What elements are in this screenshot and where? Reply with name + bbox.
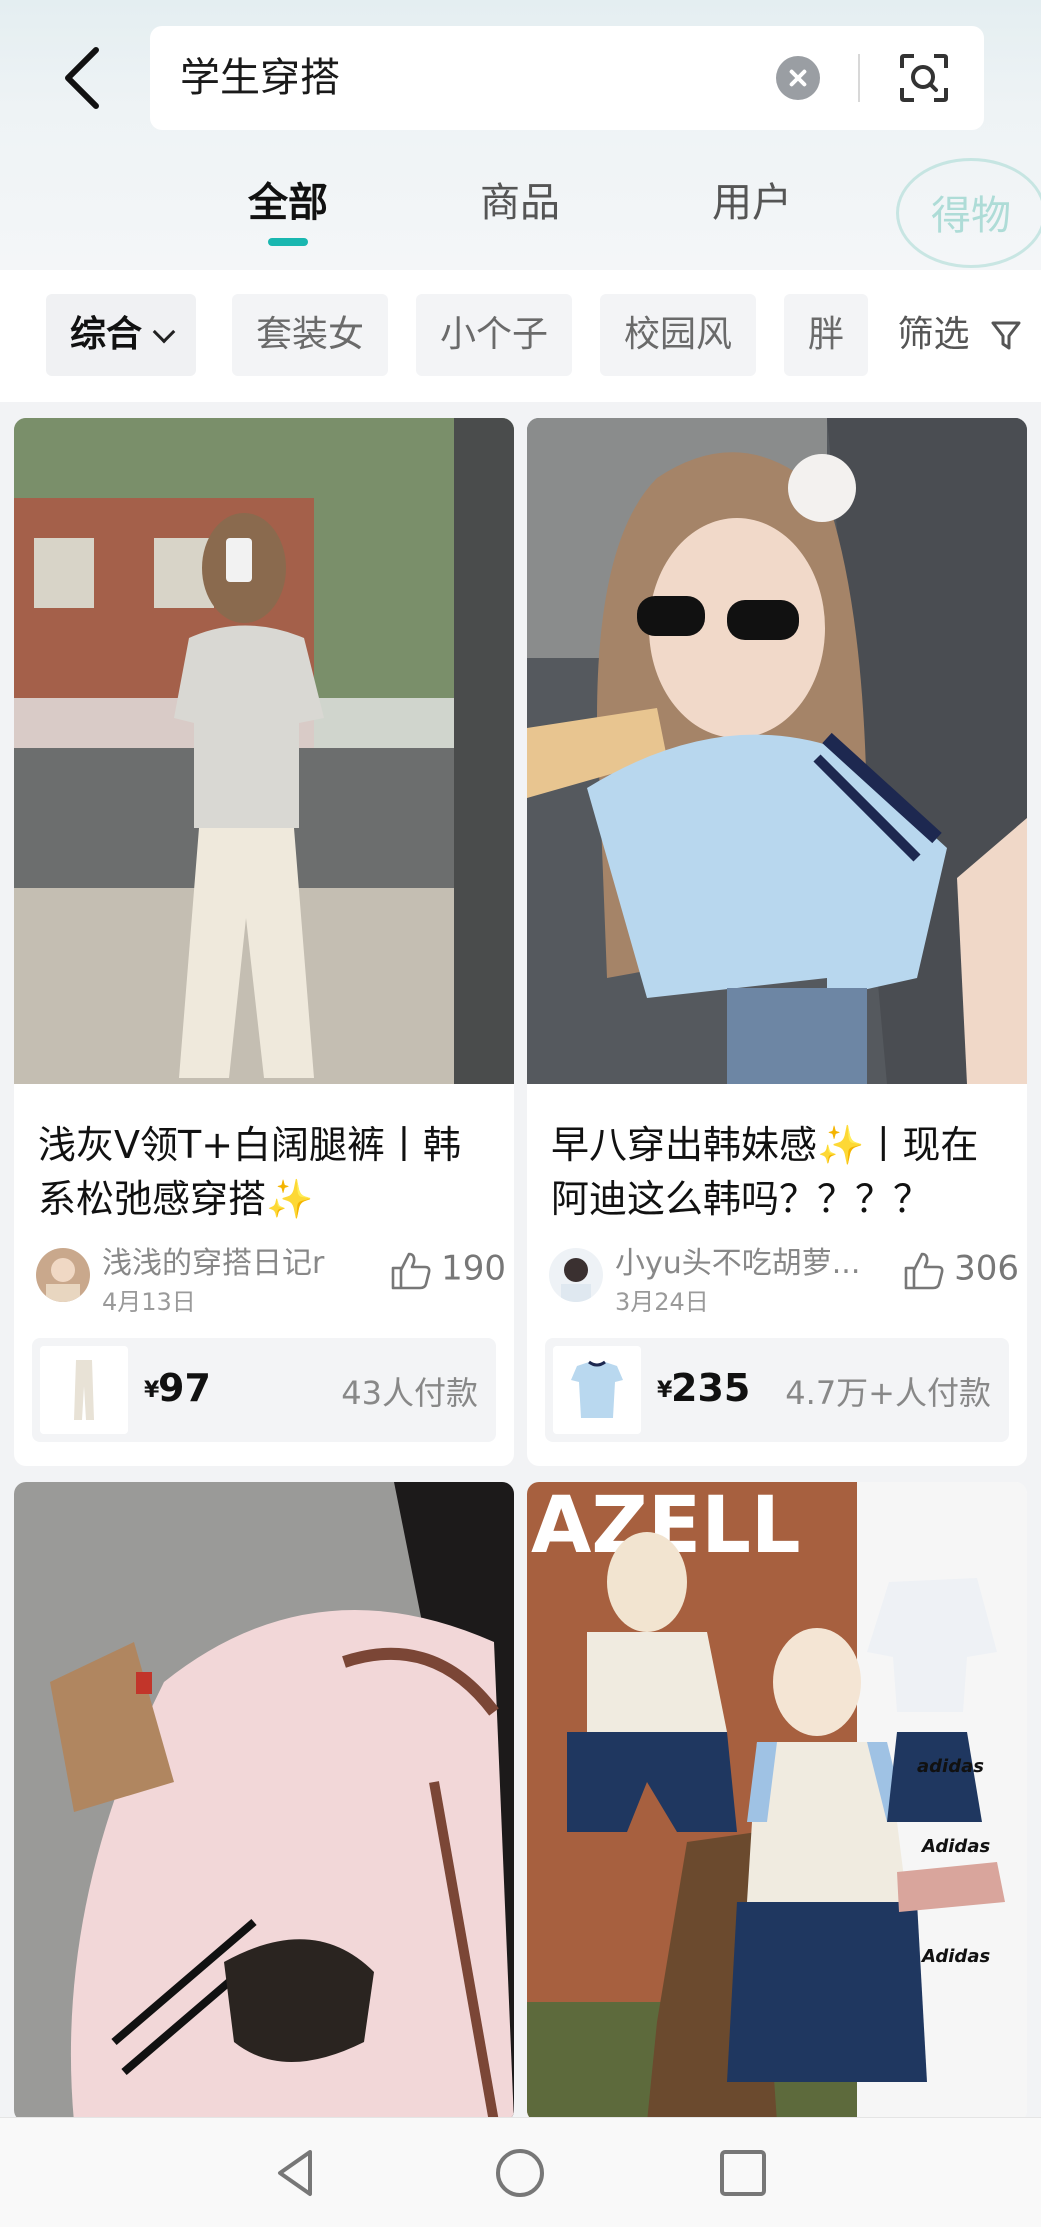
thumbs-up-icon: [904, 1252, 944, 1290]
post-date: 3月24日: [615, 1288, 709, 1316]
filter-chip[interactable]: 胖: [784, 294, 869, 376]
search-field[interactable]: 学生穿搭: [150, 26, 984, 130]
paid-count: 4.7万+人付款: [785, 1374, 991, 1412]
product-price: 97: [158, 1366, 211, 1410]
post-card[interactable]: 浅灰V领T+白阔腿裤丨韩系松弛感穿搭✨ 浅浅的穿搭日记r 4月13日 190 ¥…: [14, 418, 514, 1466]
chevron-down-icon: [152, 320, 176, 344]
image-search-icon[interactable]: [898, 52, 950, 104]
square-recents-icon[interactable]: [716, 2146, 770, 2200]
thumbs-up-icon: [391, 1252, 431, 1290]
post-date: 4月13日: [102, 1288, 196, 1316]
post-card[interactable]: AZELL adidas Adidas Adidas: [527, 1482, 1027, 2122]
tab-users[interactable]: 用户: [712, 170, 792, 228]
triangle-back-icon[interactable]: [270, 2146, 324, 2200]
post-title[interactable]: 浅灰V领T+白阔腿裤丨韩系松弛感穿搭✨: [38, 1118, 498, 1226]
filter-label: 筛选: [897, 314, 970, 355]
tab-all[interactable]: 全部: [248, 170, 328, 228]
product-thumbnail: [40, 1346, 128, 1434]
adidas-label: Adidas: [920, 1836, 990, 1857]
post-title[interactable]: 早八穿出韩妹感✨丨现在阿迪这么韩吗？？？？: [551, 1118, 1011, 1226]
circle-home-icon[interactable]: [493, 2146, 547, 2200]
post-image: [14, 418, 514, 1084]
filter-chip[interactable]: 小个子: [416, 294, 573, 376]
post-card[interactable]: [14, 1482, 514, 2122]
author-name: 浅浅的穿搭日记r: [102, 1246, 325, 1281]
filter-bar: 综合 套装女 小个子 校园风 胖 筛选: [0, 270, 1041, 402]
post-image: [527, 418, 1027, 1084]
clear-icon[interactable]: [776, 56, 820, 100]
adidas-label: Adidas: [920, 1946, 990, 1967]
post-card[interactable]: 早八穿出韩妹感✨丨现在阿迪这么韩吗？？？？ 小yu头不吃胡萝... 3月24日 …: [527, 418, 1027, 1466]
active-tab-indicator: [268, 238, 308, 246]
tab-products[interactable]: 商品: [480, 170, 560, 228]
search-query: 学生穿搭: [180, 55, 340, 101]
author-name: 小yu头不吃胡萝...: [615, 1246, 861, 1281]
back-button[interactable]: [52, 42, 116, 112]
like-button[interactable]: 306: [902, 1248, 1019, 1292]
like-count: 190: [441, 1248, 506, 1289]
divider: [858, 54, 860, 102]
watermark-logo: 得物: [896, 158, 1041, 268]
search-header: 学生穿搭 全部 商品 用户 得物: [0, 0, 1041, 270]
chevron-left-icon: [65, 47, 99, 109]
tab-bar: 全部 商品 用户: [0, 170, 1041, 250]
adidas-label: adidas: [917, 1756, 984, 1777]
product-price: 235: [671, 1366, 751, 1410]
product-link[interactable]: ¥ 97 43人付款: [32, 1338, 496, 1442]
like-count: 306: [954, 1248, 1019, 1289]
post-image: [14, 1482, 514, 2122]
product-thumbnail: [553, 1346, 641, 1434]
filter-chip[interactable]: 校园风: [600, 294, 757, 376]
sort-dropdown[interactable]: 综合: [46, 294, 197, 376]
like-button[interactable]: 190: [389, 1248, 506, 1292]
sort-label: 综合: [70, 314, 143, 355]
post-image: AZELL adidas Adidas Adidas: [527, 1482, 1027, 2122]
paid-count: 43人付款: [341, 1374, 478, 1412]
product-link[interactable]: ¥ 235 4.7万+人付款: [545, 1338, 1009, 1442]
avatar: [36, 1248, 90, 1302]
system-nav-bar: [0, 2117, 1041, 2227]
filter-button[interactable]: 筛选: [867, 294, 1021, 376]
funnel-icon: [991, 321, 1021, 350]
author-row[interactable]: 浅浅的穿搭日记r 4月13日 190: [36, 1244, 506, 1316]
filter-chip[interactable]: 套装女: [232, 294, 389, 376]
avatar: [549, 1248, 603, 1302]
author-row[interactable]: 小yu头不吃胡萝... 3月24日 306: [549, 1244, 1019, 1316]
